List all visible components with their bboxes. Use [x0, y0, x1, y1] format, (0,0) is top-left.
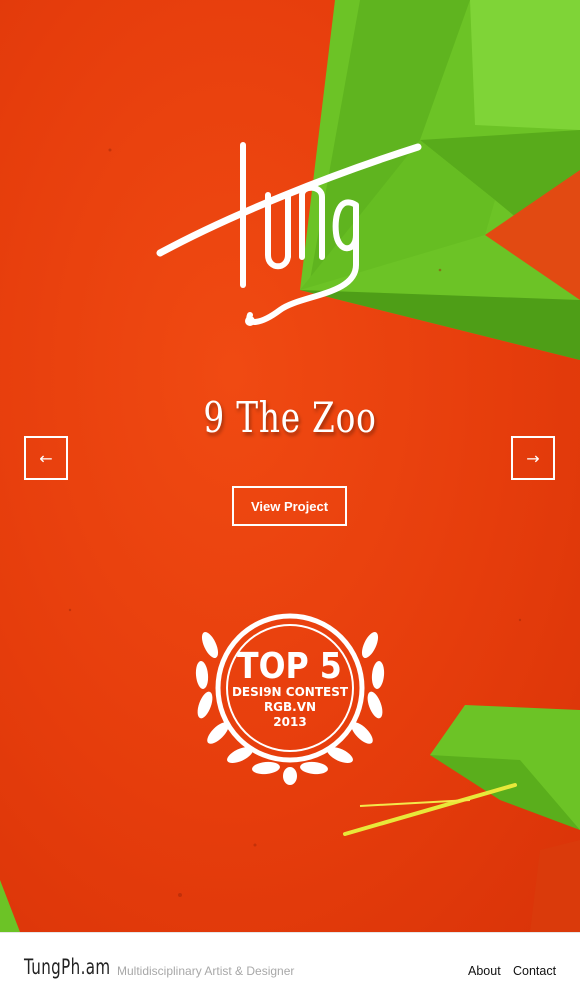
- previous-slide-button[interactable]: ←: [24, 436, 68, 480]
- nav-contact-link[interactable]: Contact: [513, 964, 556, 978]
- nav-about-link[interactable]: About: [468, 964, 501, 978]
- top5-award-badge: TOP 5 DESI9N CONTEST RGB.VN 2013: [195, 613, 385, 785]
- next-slide-button[interactable]: →: [511, 436, 555, 480]
- badge-rgb: RGB.VN: [264, 700, 316, 714]
- site-footer-bar: TungPh.am Multidisciplinary Artist & Des…: [0, 932, 580, 1000]
- hero-slide: 9 The Zoo ← → View Project TOP 5 DESI9N …: [0, 0, 580, 932]
- badge-year: 2013: [273, 715, 306, 729]
- arrow-left-icon: ←: [39, 448, 53, 468]
- arrow-right-icon: →: [526, 448, 540, 468]
- site-tagline: Multidisciplinary Artist & Designer: [117, 964, 295, 978]
- tung-logo: [156, 142, 422, 326]
- site-brand-logo[interactable]: TungPh.am: [24, 955, 110, 979]
- badge-top5: TOP 5: [237, 645, 342, 686]
- badge-design-contest: DESI9N CONTEST: [232, 685, 349, 699]
- view-project-button[interactable]: View Project: [232, 486, 347, 526]
- project-title: 9 The Zoo: [203, 393, 377, 442]
